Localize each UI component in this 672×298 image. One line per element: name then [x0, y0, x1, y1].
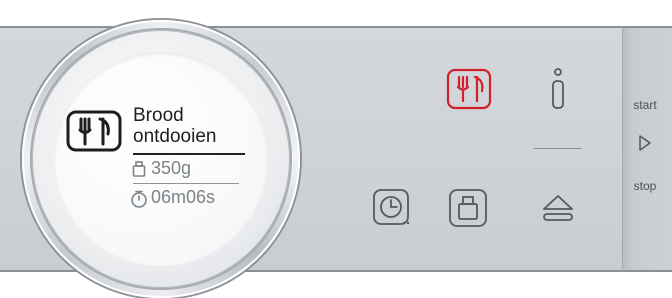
- play-icon[interactable]: [638, 134, 652, 152]
- clock-button[interactable]: [372, 188, 412, 228]
- info-button[interactable]: [548, 66, 568, 110]
- programs-button[interactable]: [446, 68, 492, 110]
- program-name-line1: Brood: [133, 105, 184, 126]
- cutlery-icon: [66, 110, 122, 152]
- timer-icon: [131, 190, 147, 208]
- display-thin-divider: [133, 183, 239, 184]
- eject-button[interactable]: [540, 193, 576, 223]
- button-divider: [534, 148, 582, 149]
- weight-value: 350g: [151, 158, 192, 178]
- start-label: start: [633, 98, 657, 112]
- time-value: 06m06s: [151, 187, 216, 207]
- display-divider: [133, 153, 245, 155]
- weight-button[interactable]: [448, 188, 488, 228]
- weight-icon: [132, 161, 146, 177]
- stop-label: stop: [633, 179, 657, 193]
- program-name-line2: ontdooien: [133, 126, 217, 147]
